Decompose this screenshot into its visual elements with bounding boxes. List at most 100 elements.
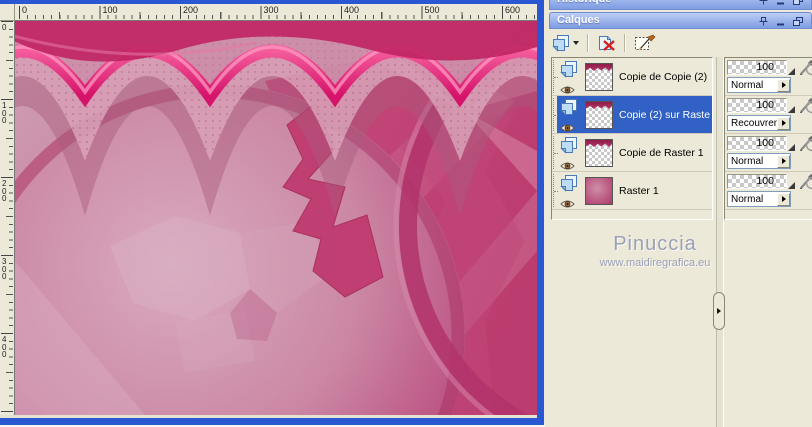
float-button[interactable] — [792, 16, 803, 27]
visibility-eye-icon — [560, 86, 575, 94]
layer-opacity-slider[interactable]: 100 — [727, 98, 787, 113]
layer-pages-icon — [560, 137, 578, 159]
layer-row[interactable]: Copie de Raster 1 — [552, 134, 712, 172]
new-layer-button[interactable] — [548, 32, 583, 55]
pin-icon — [759, 0, 768, 5]
toolbar-separator — [624, 34, 626, 52]
tree-branch-line — [553, 174, 558, 207]
layer-pages-icon — [560, 61, 578, 83]
dropdown-caret-icon — [573, 41, 579, 45]
image-window: 0 100 200 300 400 500 600 0 100 200 300 400 — [0, 0, 545, 427]
opacity-slider-handle[interactable] — [788, 106, 795, 113]
arrow-right-icon — [781, 120, 786, 126]
layer-name: Copie de Raster 1 — [619, 147, 704, 159]
layer-visibility-toggle[interactable] — [560, 196, 575, 214]
blend-mode-dropdown[interactable]: Recouvrement — [727, 115, 791, 131]
collapse-arrow-button[interactable] — [713, 292, 725, 330]
lock-transparency-icon[interactable] — [799, 60, 812, 81]
ruler-label: 100 — [102, 5, 118, 15]
delete-layer-button[interactable] — [593, 32, 620, 55]
layer-controls: 100 Normal — [725, 134, 812, 172]
blend-mode-dropdown[interactable]: Normal — [727, 77, 791, 93]
lock-transparency-icon[interactable] — [799, 174, 812, 195]
opacity-value: 100 — [756, 61, 774, 73]
edit-selection-button[interactable] — [630, 32, 660, 55]
layer-row[interactable]: Raster 1 — [552, 172, 712, 210]
canvas-artwork[interactable] — [15, 21, 537, 415]
layer-opacity-slider[interactable]: 100 — [727, 174, 787, 189]
opacity-slider-handle[interactable] — [788, 182, 795, 189]
arrow-right-icon — [781, 196, 786, 202]
ruler-label: 0 — [2, 23, 7, 32]
arrow-right-icon — [717, 308, 721, 314]
window-border-bottom — [0, 418, 544, 425]
pin-button[interactable] — [758, 16, 769, 27]
watermark-name: Pinuccia — [613, 233, 697, 255]
blend-mode-arrow-button[interactable] — [777, 192, 790, 206]
pin-icon — [759, 17, 768, 26]
layer-name: Copie de Copie (2) sur — [619, 71, 710, 83]
historique-titlebar[interactable]: Historique — [549, 0, 812, 10]
ruler-label: 100 — [2, 101, 7, 125]
palettes-panel: Historique Calques Copie de Copie (2) su… — [545, 0, 812, 427]
ruler-label: 400 — [2, 335, 7, 359]
ruler-corner — [0, 4, 15, 21]
layer-visibility-toggle[interactable] — [560, 158, 575, 176]
layer-thumbnail[interactable] — [585, 63, 613, 91]
layer-list: Copie de Copie (2) sur Copie (2) sur Rast… — [551, 57, 713, 220]
lock-transparency-icon[interactable] — [799, 136, 812, 157]
minimize-icon — [777, 23, 784, 26]
ruler-label: 300 — [263, 5, 279, 15]
blend-mode-dropdown[interactable]: Normal — [727, 153, 791, 169]
float-icon — [792, 17, 803, 26]
calques-title: Calques — [557, 14, 600, 26]
float-button[interactable] — [792, 0, 803, 6]
layer-row[interactable]: Copie de Copie (2) sur — [552, 58, 712, 96]
app-root: 0 100 200 300 400 500 600 0 100 200 300 400 — [0, 0, 812, 427]
layer-thumbnail[interactable] — [585, 139, 613, 167]
float-icon — [792, 0, 803, 5]
vertical-ruler[interactable]: 0 100 200 300 400 — [0, 21, 15, 415]
blend-mode-arrow-button[interactable] — [777, 78, 790, 92]
arrow-right-icon — [781, 158, 786, 164]
layer-pages-icon — [560, 99, 578, 121]
layer-name: Copie (2) sur Raster 1 — [619, 109, 710, 121]
visibility-eye-icon — [560, 124, 575, 132]
opacity-slider-handle[interactable] — [788, 144, 795, 151]
tree-branch-line — [553, 98, 558, 131]
tree-branch-line — [553, 60, 558, 93]
minimize-button[interactable] — [775, 0, 786, 6]
layer-thumbnail[interactable] — [585, 101, 613, 129]
watermark: Pinuccia www.maidiregrafica.eu — [555, 233, 755, 269]
layer-controls: 100 Normal — [725, 58, 812, 96]
lock-transparency-icon[interactable] — [799, 98, 812, 119]
blend-mode-arrow-button[interactable] — [777, 154, 790, 168]
layer-opacity-slider[interactable]: 100 — [727, 60, 787, 75]
layer-row[interactable]: Copie (2) sur Raster 1 — [552, 96, 712, 134]
opacity-value: 100 — [756, 175, 774, 187]
opacity-value: 100 — [756, 137, 774, 149]
minimize-icon — [777, 2, 784, 5]
opacity-value: 100 — [756, 99, 774, 111]
layer-thumbnail[interactable] — [585, 177, 613, 205]
pin-button[interactable] — [758, 0, 769, 6]
calques-titlebar[interactable]: Calques — [549, 12, 812, 29]
layer-visibility-toggle[interactable] — [560, 82, 575, 100]
layer-visibility-toggle[interactable] — [560, 120, 575, 138]
layer-pages-icon — [560, 175, 578, 197]
watermark-url: www.maidiregrafica.eu — [599, 257, 711, 269]
blend-mode-arrow-button[interactable] — [777, 116, 790, 130]
blend-mode-value: Normal — [731, 155, 764, 167]
minimize-button[interactable] — [775, 16, 786, 27]
visibility-eye-icon — [560, 162, 575, 170]
layers-toolbar — [548, 31, 660, 55]
tree-branch-line — [553, 136, 558, 169]
ruler-label: 400 — [344, 5, 360, 15]
layer-opacity-slider[interactable]: 100 — [727, 136, 787, 151]
blend-mode-dropdown[interactable]: Normal — [727, 191, 791, 207]
horizontal-ruler[interactable]: 0 100 200 300 400 500 600 — [15, 4, 537, 21]
edit-selection-brush-icon — [635, 34, 656, 50]
delete-layer-icon — [599, 36, 615, 51]
opacity-slider-handle[interactable] — [788, 68, 795, 75]
ruler-label: 300 — [2, 257, 7, 281]
